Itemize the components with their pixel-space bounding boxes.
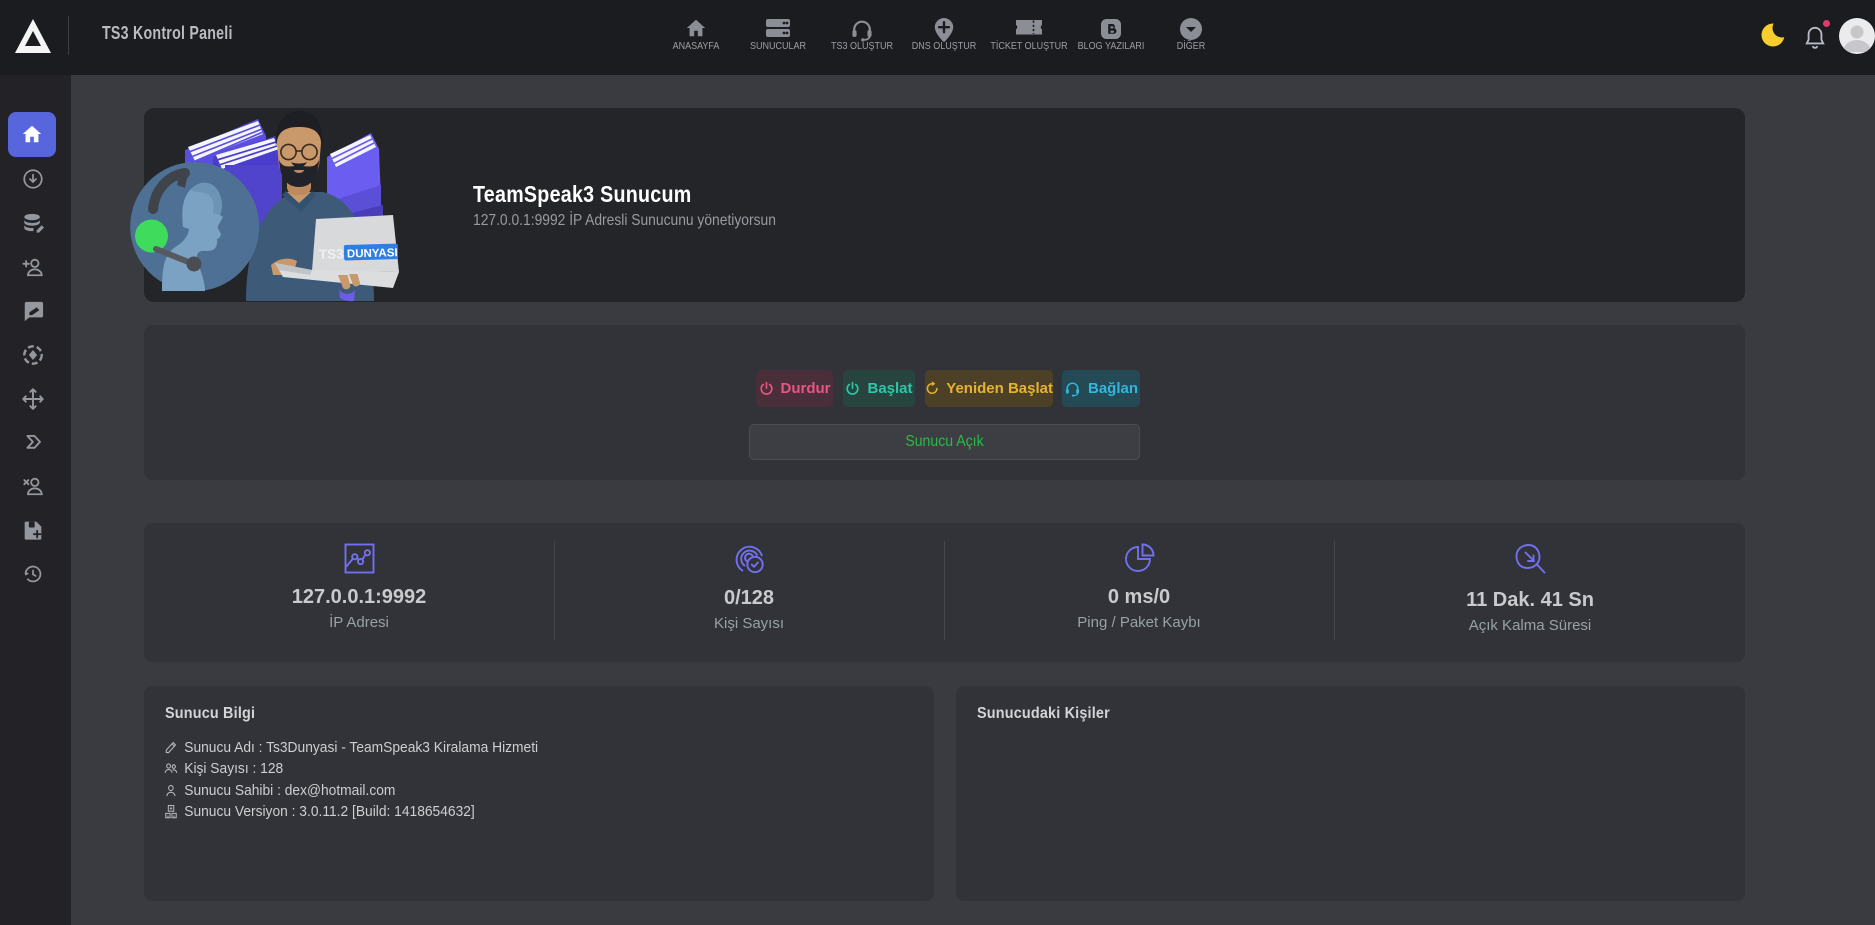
svg-text:TS3: TS3 <box>319 246 345 262</box>
svg-text:DUNYASI: DUNYASI <box>347 247 398 260</box>
